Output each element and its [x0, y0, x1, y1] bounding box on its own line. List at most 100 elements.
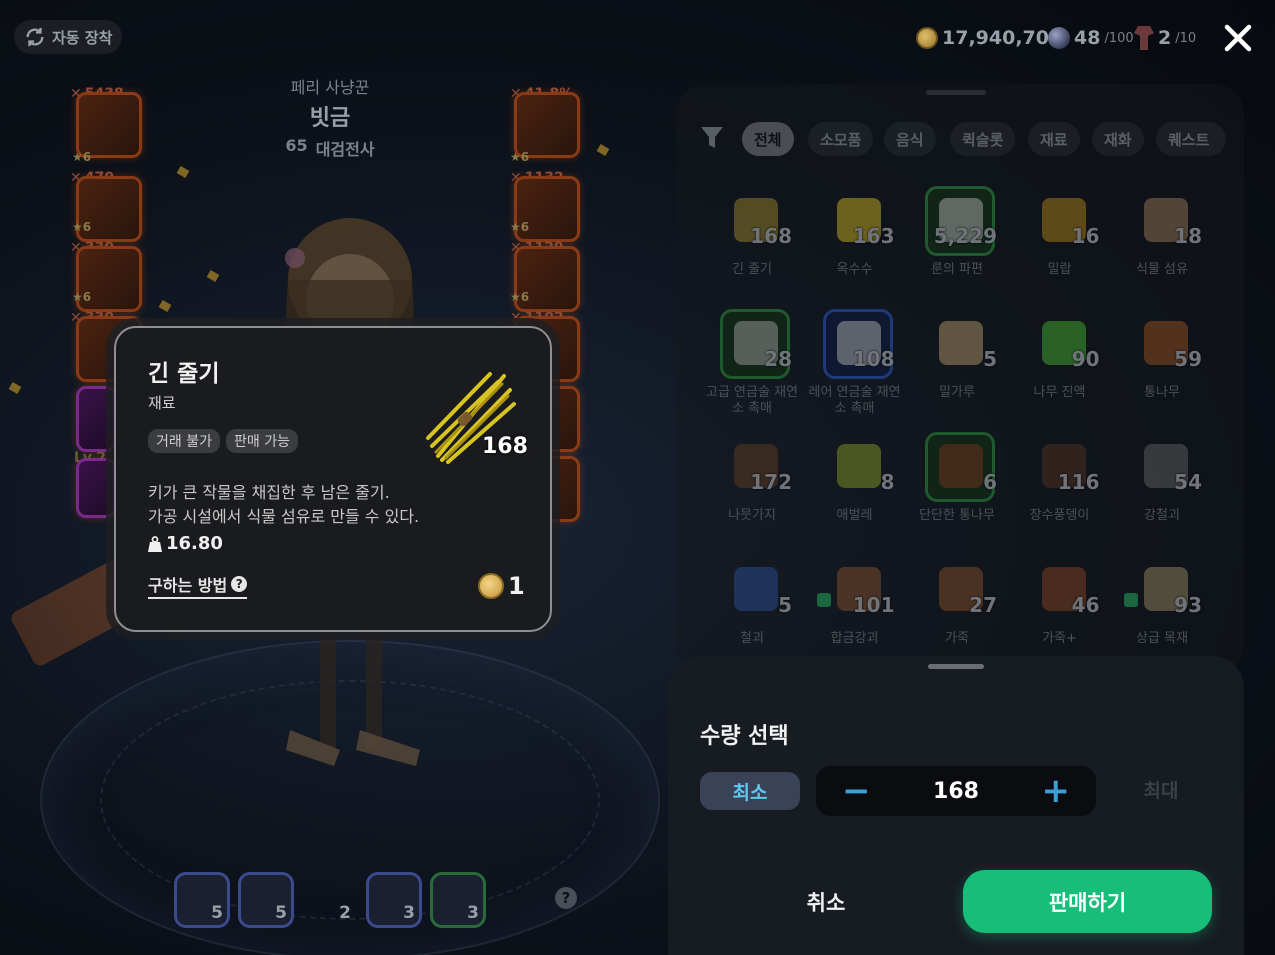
item-tooltip: 긴 줄기 재료 거래 불가 판매 가능 키가 큰 작물을 채집한 후 남은 줄기…: [114, 326, 552, 632]
item-icon: [734, 567, 778, 611]
item-count: 5,229: [933, 224, 997, 248]
quantity-title: 수량 선택: [700, 724, 789, 749]
item-label: 장수풍뎅이: [1029, 508, 1090, 523]
sell-button[interactable]: 판매하기: [963, 870, 1212, 933]
close-icon[interactable]: [1218, 18, 1258, 58]
item-count: 18: [1174, 224, 1202, 248]
increase-button[interactable]: +: [1042, 774, 1071, 808]
item-label: 가죽: [945, 631, 969, 646]
equip-stars: ★6: [510, 150, 530, 164]
quick-slot[interactable]: 5: [174, 872, 230, 928]
item-icon: [939, 321, 983, 365]
quick-slot[interactable]: 2: [302, 872, 358, 928]
inventory-item[interactable]: 5 철괴: [706, 555, 798, 665]
item-label: 통나무: [1144, 385, 1180, 400]
inventory-item[interactable]: 168 긴 줄기: [706, 186, 798, 296]
quick-slot[interactable]: 3: [366, 872, 422, 928]
item-count: 28: [764, 347, 792, 371]
equip-slot-ring[interactable]: [514, 92, 580, 158]
inventory-item[interactable]: 93 상급 목재: [1116, 555, 1208, 665]
tab-food[interactable]: 음식: [884, 122, 936, 156]
auto-equip-button[interactable]: 자동 장착: [14, 20, 122, 54]
sell-price-value: 1: [508, 572, 525, 600]
item-count: 93: [1174, 593, 1202, 617]
quick-slot[interactable]: 3: [430, 872, 486, 928]
inventory-item[interactable]: 6 단단한 통나무: [911, 432, 1003, 542]
item-count: 116: [1057, 470, 1100, 494]
quick-slot-count: 3: [467, 903, 479, 923]
falling-petal: [206, 270, 220, 282]
quick-slot-count: 5: [211, 903, 223, 923]
refresh-icon: [26, 27, 44, 47]
tag-sellable: 판매 가능: [225, 429, 298, 453]
item-label: 밀가루: [939, 385, 975, 400]
energy-orb-icon: [1048, 27, 1070, 49]
tab-quickslot[interactable]: 퀵슬롯: [950, 122, 1016, 156]
equip-stars: ★6: [510, 220, 530, 234]
quick-slot[interactable]: 5: [238, 872, 294, 928]
inventory-item[interactable]: 163 옥수수: [809, 186, 901, 296]
item-count: 172: [750, 470, 792, 494]
inventory-item[interactable]: 46 가죽+: [1014, 555, 1106, 665]
quantity-value[interactable]: 168: [933, 779, 979, 804]
cancel-button[interactable]: 취소: [726, 874, 926, 930]
item-label: 나뭇가지: [728, 508, 776, 523]
equip-slot-accessory[interactable]: [76, 386, 116, 452]
tab-consumables[interactable]: 소모품: [808, 122, 874, 156]
item-label: 단단한 통나무: [919, 508, 995, 523]
character-name: 빗금: [309, 106, 351, 131]
inventory-item[interactable]: 90 나무 진액: [1014, 309, 1106, 419]
item-count: 27: [969, 593, 997, 617]
orb-count: 48: [1074, 27, 1101, 49]
inventory-item[interactable]: 5 밀가루: [911, 309, 1003, 419]
tab-currency[interactable]: 재화: [1092, 122, 1144, 156]
equip-stars: ★6: [72, 150, 92, 164]
inventory-item[interactable]: 101 합금강괴: [809, 555, 901, 665]
equip-slot-weapon[interactable]: [76, 92, 142, 158]
question-icon: ?: [231, 576, 248, 592]
shop-bag-icon: [1124, 593, 1138, 607]
inventory-item[interactable]: 172 나뭇가지: [706, 432, 798, 542]
inventory-item[interactable]: 59 통나무: [1116, 309, 1208, 419]
totem-counter: 2/10: [1134, 24, 1196, 52]
tab-materials[interactable]: 재료: [1028, 122, 1080, 156]
totem-icon: [1134, 26, 1154, 50]
inventory-item[interactable]: 28 고급 연금술 재연소 촉매: [706, 309, 798, 419]
equip-slot-accessory[interactable]: [76, 458, 116, 518]
character-class: 대검전사: [315, 140, 375, 159]
inventory-item[interactable]: 16 밀랍: [1014, 186, 1106, 296]
min-button[interactable]: 최소: [700, 772, 800, 810]
item-label: 강철괴: [1144, 508, 1180, 523]
item-count: 16: [1071, 224, 1100, 248]
item-description: 키가 큰 작물을 채집한 후 남은 줄기. 가공 시설에서 식물 섬유로 만들 …: [148, 483, 420, 526]
max-button[interactable]: 최대: [1126, 776, 1196, 806]
item-label: 옥수수: [836, 262, 873, 277]
inventory-drag-handle[interactable]: [926, 90, 986, 95]
help-icon[interactable]: ?: [555, 887, 577, 909]
item-count: 90: [1071, 347, 1100, 371]
quantity-stepper: − 168 +: [816, 766, 1096, 816]
inventory-item[interactable]: 18 식물 섬유: [1116, 186, 1208, 296]
how-to-get-link[interactable]: 구하는 방법 ?: [148, 572, 248, 599]
item-count: 5: [983, 347, 997, 371]
item-count: 59: [1174, 347, 1202, 371]
sheet-drag-handle[interactable]: [928, 664, 984, 669]
inventory-item[interactable]: 5,229 룬의 파편: [911, 186, 1003, 296]
character-title: 페리 사냥꾼: [290, 78, 370, 97]
decrease-button[interactable]: −: [842, 774, 871, 808]
sell-price: 1: [478, 572, 525, 600]
quick-slot-count: 3: [403, 903, 415, 923]
tab-quest[interactable]: 퀘스트: [1156, 122, 1226, 156]
inventory-item[interactable]: 108 레어 연금술 재연소 촉매: [809, 309, 901, 419]
character-header: 페리 사냥꾼 빗금 65 대검전사: [230, 74, 430, 160]
gold-coin-icon: [478, 573, 504, 599]
filter-icon[interactable]: [700, 125, 724, 151]
tab-all[interactable]: 전체: [742, 122, 794, 156]
inventory-item[interactable]: 54 강철괴: [1116, 432, 1208, 542]
inventory-item[interactable]: 116 장수풍뎅이: [1014, 432, 1106, 542]
inventory-item[interactable]: 8 애벌레: [809, 432, 901, 542]
equip-stars: ★6: [72, 290, 92, 304]
shop-bag-icon: [816, 593, 831, 607]
inventory-item[interactable]: 27 가죽: [911, 555, 1003, 665]
auto-equip-label: 자동 장착: [52, 28, 113, 47]
